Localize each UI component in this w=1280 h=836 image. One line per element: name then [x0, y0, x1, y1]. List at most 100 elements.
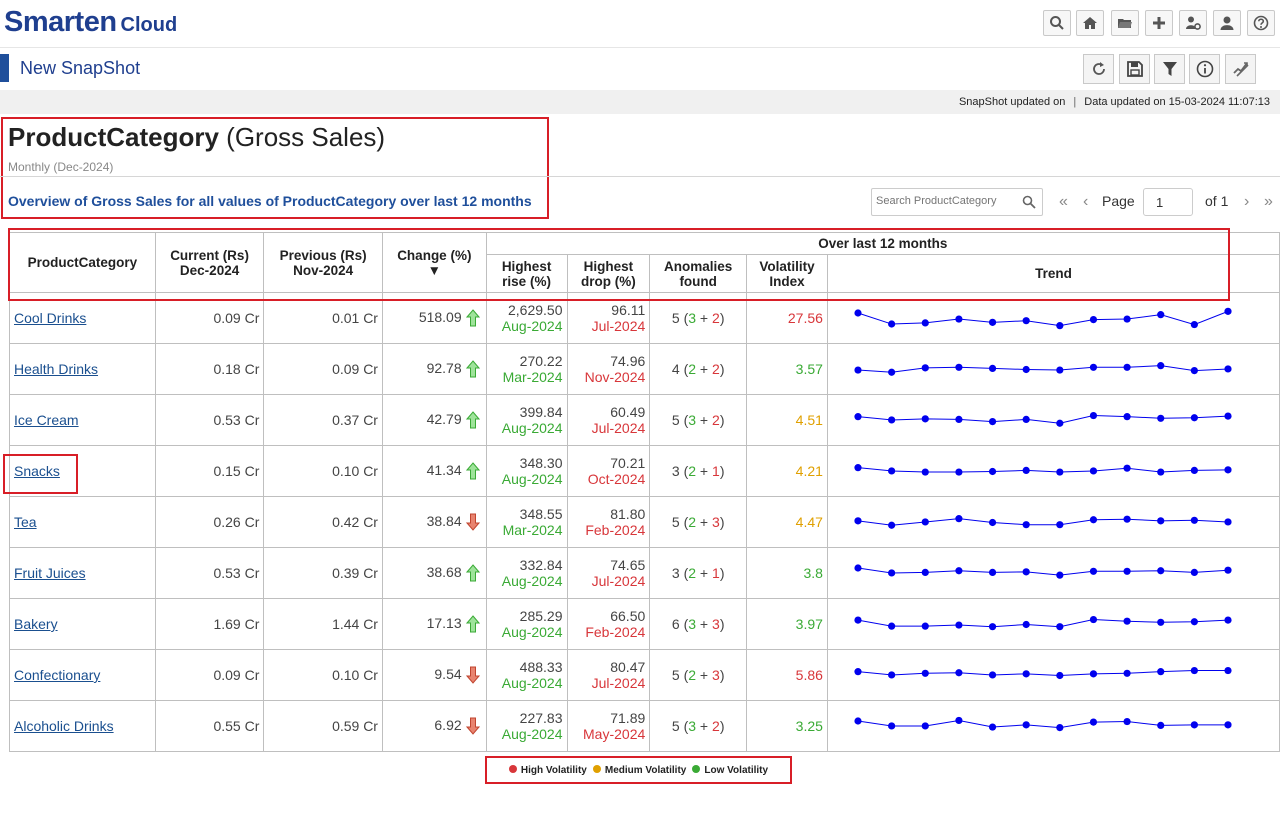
trend-point[interactable]: [1089, 411, 1097, 419]
previous-page-icon[interactable]: ‹: [1083, 193, 1088, 211]
search-icon[interactable]: [1022, 195, 1036, 209]
trend-point[interactable]: [921, 414, 929, 422]
trend-point[interactable]: [1224, 616, 1232, 624]
trend-point[interactable]: [887, 319, 896, 328]
trend-point[interactable]: [955, 668, 963, 676]
trend-point[interactable]: [1056, 419, 1064, 427]
anomalies-cell[interactable]: 5 (2 + 3): [649, 496, 748, 548]
anomalies-cell[interactable]: 3 (2 + 1): [649, 547, 748, 599]
trend-point[interactable]: [1089, 615, 1097, 623]
trend-point[interactable]: [1224, 720, 1232, 728]
category-link[interactable]: Ice Cream: [14, 412, 79, 428]
trend-point[interactable]: [1056, 671, 1064, 679]
search-input[interactable]: [876, 195, 1016, 207]
trend-point[interactable]: [1056, 520, 1064, 528]
trend-point[interactable]: [921, 363, 929, 371]
trend-point[interactable]: [887, 368, 896, 376]
search-box[interactable]: [871, 188, 1043, 216]
trend-point[interactable]: [1157, 414, 1165, 422]
trend-point[interactable]: [1190, 568, 1198, 576]
trend-point[interactable]: [1190, 413, 1198, 421]
trend-point[interactable]: [988, 467, 997, 475]
trend-point[interactable]: [1123, 617, 1131, 625]
trend-point[interactable]: [988, 318, 997, 326]
trend-point[interactable]: [921, 568, 929, 576]
trend-point[interactable]: [1123, 314, 1131, 323]
trend-point[interactable]: [1022, 720, 1030, 728]
trend-point[interactable]: [1022, 620, 1030, 628]
trend-point[interactable]: [955, 314, 963, 323]
trend-sparkline[interactable]: [828, 447, 1279, 496]
category-link[interactable]: Cool Drinks: [14, 310, 86, 326]
trend-point[interactable]: [1190, 617, 1198, 625]
share-icon[interactable]: [1225, 54, 1256, 84]
trend-sparkline[interactable]: [828, 549, 1279, 598]
trend-point[interactable]: [955, 716, 963, 724]
trend-point[interactable]: [921, 721, 929, 730]
trend-point[interactable]: [1022, 316, 1030, 324]
trend-point[interactable]: [1089, 567, 1097, 575]
trend-sparkline[interactable]: [828, 651, 1279, 700]
trend-point[interactable]: [1157, 618, 1165, 626]
trend-point[interactable]: [1224, 307, 1232, 315]
trend-point[interactable]: [1224, 465, 1232, 473]
trend-point[interactable]: [1224, 364, 1232, 373]
trend-sparkline[interactable]: [828, 345, 1279, 394]
trend-point[interactable]: [1190, 666, 1198, 674]
trend-point[interactable]: [854, 412, 862, 420]
trend-point[interactable]: [1022, 365, 1030, 373]
trend-point[interactable]: [1022, 415, 1030, 423]
trend-point[interactable]: [854, 616, 862, 624]
trend-point[interactable]: [887, 521, 896, 529]
trend-point[interactable]: [1190, 720, 1198, 728]
trend-point[interactable]: [1157, 361, 1165, 369]
brand-logo[interactable]: Smarten Cloud: [4, 6, 177, 39]
trend-point[interactable]: [887, 466, 896, 475]
trend-point[interactable]: [1022, 669, 1030, 677]
category-link[interactable]: Confectionary: [14, 667, 100, 683]
trend-point[interactable]: [1190, 466, 1198, 474]
trend-point[interactable]: [887, 670, 896, 679]
trend-sparkline[interactable]: [828, 396, 1279, 445]
search-icon[interactable]: [1043, 10, 1071, 36]
user-settings-icon[interactable]: [1179, 10, 1207, 36]
trend-point[interactable]: [988, 622, 997, 630]
anomalies-cell[interactable]: 6 (3 + 3): [649, 598, 748, 650]
refresh-icon[interactable]: [1083, 54, 1114, 84]
trend-point[interactable]: [921, 318, 929, 326]
category-link[interactable]: Tea: [14, 514, 37, 530]
trend-point[interactable]: [854, 365, 862, 374]
trend-point[interactable]: [1224, 412, 1232, 420]
trend-point[interactable]: [1123, 717, 1131, 725]
trend-point[interactable]: [988, 364, 997, 372]
help-icon[interactable]: [1247, 10, 1275, 36]
trend-point[interactable]: [1224, 517, 1232, 526]
trend-point[interactable]: [1123, 412, 1131, 420]
user-icon[interactable]: [1213, 10, 1241, 36]
trend-point[interactable]: [1224, 666, 1232, 674]
trend-point[interactable]: [955, 415, 963, 423]
anomalies-cell[interactable]: 4 (2 + 2): [649, 343, 748, 395]
trend-point[interactable]: [854, 563, 862, 572]
trend-point[interactable]: [1056, 622, 1064, 630]
trend-sparkline[interactable]: [828, 498, 1279, 547]
last-page-icon[interactable]: »: [1264, 193, 1273, 211]
trend-point[interactable]: [854, 716, 862, 725]
trend-point[interactable]: [921, 467, 929, 476]
trend-point[interactable]: [1089, 315, 1097, 323]
trend-point[interactable]: [1190, 366, 1198, 374]
filter-icon[interactable]: [1154, 54, 1185, 84]
trend-point[interactable]: [1089, 718, 1097, 726]
anomalies-cell[interactable]: 5 (3 + 2): [649, 700, 748, 752]
trend-point[interactable]: [887, 415, 896, 424]
first-page-icon[interactable]: «: [1059, 193, 1068, 211]
trend-point[interactable]: [921, 517, 929, 526]
trend-point[interactable]: [1056, 365, 1064, 374]
trend-point[interactable]: [1157, 566, 1165, 574]
trend-point[interactable]: [1157, 467, 1165, 476]
trend-point[interactable]: [1157, 721, 1165, 729]
trend-point[interactable]: [955, 467, 963, 476]
trend-point[interactable]: [854, 308, 862, 317]
trend-point[interactable]: [921, 669, 929, 677]
trend-point[interactable]: [854, 463, 862, 471]
